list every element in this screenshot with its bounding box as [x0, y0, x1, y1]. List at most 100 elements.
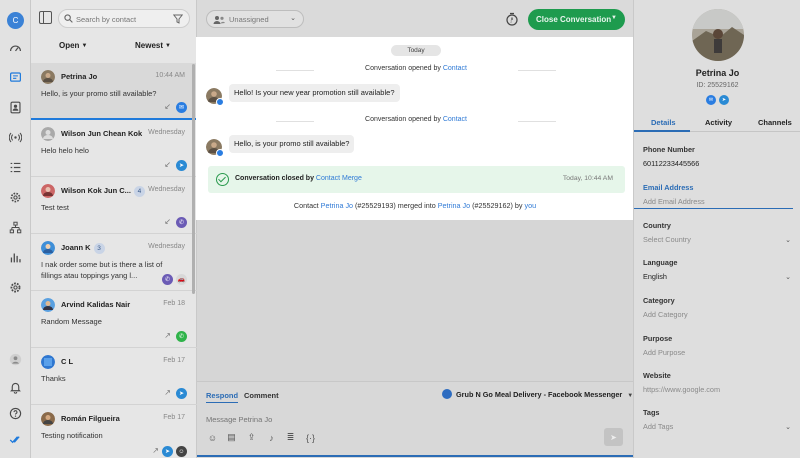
system-event-link[interactable]: Contact	[443, 65, 467, 72]
merged-contact-link[interactable]: Petrina Jo	[321, 201, 353, 210]
field-label: Purpose	[643, 334, 673, 343]
user-avatar[interactable]: C	[7, 12, 24, 29]
double-check-icon[interactable]	[8, 432, 23, 447]
conversation-list-panel: Open▼ Newest▼ Petrina Jo 10:44 AM Hello,…	[31, 0, 197, 458]
status-filter-dropdown[interactable]: Open ▼	[59, 41, 87, 50]
reports-icon[interactable]	[8, 250, 23, 265]
tab-respond[interactable]: Respond	[206, 391, 239, 403]
target-contact-link[interactable]: Petrina Jo	[438, 201, 470, 210]
conversation-time: Feb 18	[163, 300, 185, 307]
message-preview: Testing notification	[41, 431, 103, 440]
contact-name-text: Wilson Kok Jun C...	[61, 186, 131, 195]
snooze-timer-icon[interactable]: z	[505, 12, 519, 26]
conversation-item[interactable]: Petrina Jo 10:44 AM Hello, is your promo…	[31, 63, 197, 120]
filter-icon[interactable]	[173, 14, 183, 24]
contacts-icon[interactable]	[8, 100, 23, 115]
category-field[interactable]: Category Add Category	[643, 296, 793, 319]
website-field[interactable]: Website https://www.google.com	[643, 371, 793, 394]
dashboard-icon[interactable]	[8, 41, 23, 56]
field-value[interactable]: https://www.google.com	[643, 385, 793, 394]
panel-toggle-icon[interactable]	[39, 11, 52, 24]
email-field[interactable]: Email Address Add Email Address	[634, 183, 793, 209]
field-value[interactable]: 60112233445566	[643, 159, 793, 168]
message-preview: Thanks	[41, 374, 66, 383]
conversation-item[interactable]: Wilson Jun Chean Kok Wednesday Helo helo…	[31, 120, 197, 177]
tab-channels[interactable]: Channels	[758, 118, 792, 127]
close-conversation-button[interactable]: Close Conversation ▼	[528, 9, 625, 30]
active-tab-underline	[634, 130, 690, 132]
emoji-icon[interactable]: ☺	[207, 432, 218, 443]
tags-field[interactable]: Tags Add Tags ⌄	[643, 408, 793, 431]
language-field[interactable]: Language English ⌄	[643, 258, 793, 281]
variables-icon[interactable]: {·}	[305, 432, 316, 443]
conversation-time: Wednesday	[148, 129, 185, 136]
org-chart-icon[interactable]	[8, 220, 23, 235]
contact-avatar	[41, 127, 55, 141]
closed-text: Conversation closed by Contact Merge	[235, 175, 362, 182]
profile-avatar-icon[interactable]	[8, 352, 23, 367]
search-box[interactable]	[58, 9, 190, 28]
merge-text: (#25529193) merged into	[353, 201, 438, 210]
conversation-time: Feb 17	[163, 357, 185, 364]
tab-details[interactable]: Details	[651, 118, 676, 127]
send-button[interactable]: ➤	[604, 428, 623, 446]
message-input[interactable]	[206, 413, 506, 425]
chevron-down-icon[interactable]: ⌄	[785, 273, 791, 281]
field-value[interactable]: Select Country	[643, 235, 793, 244]
sort-order-label: Newest	[135, 41, 164, 50]
purpose-field[interactable]: Purpose Add Purpose	[643, 334, 793, 357]
system-event-link[interactable]: Contact	[443, 116, 467, 123]
field-label: Language	[643, 258, 678, 267]
chevron-down-icon[interactable]: ⌄	[785, 423, 791, 431]
conversation-toolbar: Unassigned ⌄ z Close Conversation ▼	[197, 0, 633, 37]
integrations-icon[interactable]	[8, 190, 23, 205]
chevron-down-icon[interactable]: ⌄	[785, 236, 791, 244]
notes-icon[interactable]: ≣	[285, 432, 296, 443]
incoming-arrow-icon: ↙	[164, 102, 171, 111]
notifications-bell-icon[interactable]	[8, 380, 23, 395]
broadcast-icon[interactable]	[8, 130, 23, 145]
phone-number-field[interactable]: Phone Number 60112233445566	[643, 145, 793, 168]
channel-selector[interactable]: Grub N Go Meal Delivery - Facebook Messe…	[442, 389, 633, 399]
conversation-item[interactable]: Joann K3 Wednesday I nak order some but …	[31, 234, 197, 291]
conversation-item[interactable]: Román Filgueira Feb 17 Testing notificat…	[31, 405, 197, 458]
messenger-icon: ✉	[706, 95, 716, 105]
search-input[interactable]	[76, 13, 166, 25]
closed-by-link[interactable]: Contact Merge	[316, 175, 362, 182]
conversation-item[interactable]: Wilson Kok Jun C... 4 Wednesday Test test…	[31, 177, 197, 234]
field-value[interactable]: Add Purpose	[643, 348, 793, 357]
chevron-down-icon[interactable]: ▼	[611, 15, 617, 21]
field-value[interactable]: Add Tags	[643, 422, 793, 431]
field-value[interactable]: Add Category	[643, 310, 793, 319]
workflows-icon[interactable]	[8, 160, 23, 175]
viber-icon: ✆	[162, 274, 173, 285]
contact-name: Wilson Jun Chean Kok	[61, 129, 143, 138]
merged-by-link[interactable]: you	[525, 201, 537, 210]
conversation-time: Feb 17	[163, 414, 185, 421]
contact-id: ID: 25529162	[696, 82, 739, 89]
upload-icon[interactable]: ⇪	[246, 432, 257, 443]
clipboard-icon[interactable]: ▤	[226, 432, 237, 443]
list-scrollbar[interactable]	[192, 64, 195, 294]
microphone-icon[interactable]: ♪	[266, 432, 277, 443]
conversation-closed-banner: Conversation closed by Contact Merge Tod…	[208, 166, 625, 193]
conversation-item[interactable]: C L Feb 17 Thanks ↗ ➤	[31, 348, 197, 405]
conversation-item[interactable]: Arvind Kalidas Nair Feb 18 Random Messag…	[31, 291, 197, 348]
nav-rail: C	[0, 0, 31, 458]
country-field[interactable]: Country Select Country ⌄	[643, 221, 793, 244]
unread-badge: 3	[93, 243, 105, 254]
assignee-dropdown[interactable]: Unassigned ⌄	[206, 10, 304, 28]
inbox-icon[interactable]	[8, 70, 23, 85]
field-label: Tags	[643, 408, 660, 417]
settings-gear-icon[interactable]	[8, 280, 23, 295]
field-value[interactable]: Add Email Address	[634, 197, 793, 209]
message-preview: Test test	[41, 203, 69, 212]
tab-activity[interactable]: Activity	[705, 118, 732, 127]
messenger-icon	[216, 98, 224, 106]
sort-order-dropdown[interactable]: Newest ▼	[135, 41, 171, 50]
tab-comment[interactable]: Comment	[244, 391, 279, 400]
close-conversation-label: Close Conversation	[536, 15, 612, 24]
help-icon[interactable]	[8, 406, 23, 421]
message-thread: Today Conversation opened by Contact Hel…	[196, 37, 634, 220]
field-value[interactable]: English	[643, 272, 793, 281]
